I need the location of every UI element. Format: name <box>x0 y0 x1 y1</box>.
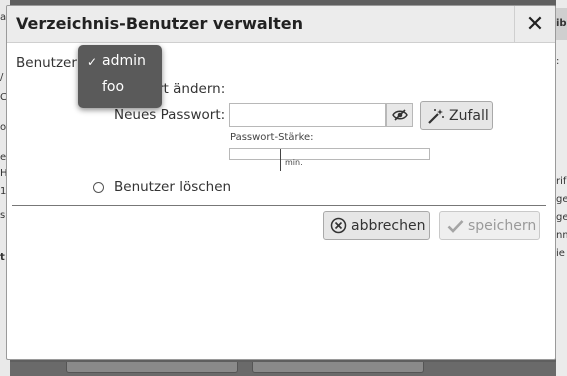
toggle-password-visibility-button[interactable] <box>386 103 413 127</box>
close-button[interactable]: ✕ <box>514 6 555 42</box>
random-button-label: Zufall <box>449 107 489 124</box>
change-password-label: rt ändern: <box>158 81 226 97</box>
background-text: ge <box>556 212 567 223</box>
close-icon: ✕ <box>525 11 545 37</box>
background-text: s <box>0 210 6 221</box>
background-text: : <box>556 56 560 67</box>
background-text: ibr <box>556 18 567 29</box>
dialog-divider <box>12 205 546 206</box>
user-select-dropdown[interactable]: ✓ admin foo <box>78 45 162 108</box>
background-page-right: ibr : rif ge ge nm ie <box>556 0 567 376</box>
user-label: Benutzer <box>16 55 77 71</box>
checkmark-icon <box>447 219 464 233</box>
new-password-input[interactable] <box>229 103 386 127</box>
random-password-button[interactable]: Zufall <box>420 101 493 130</box>
cancel-button[interactable]: abbrechen <box>323 211 430 240</box>
background-text: ge <box>556 194 567 205</box>
dropdown-option-label: admin <box>102 53 146 69</box>
background-text: ie <box>556 248 565 259</box>
dialog-title: Verzeichnis-Benutzer verwalten <box>16 14 304 33</box>
checkmark-icon: ✓ <box>87 55 98 69</box>
dropdown-option-admin[interactable]: ✓ admin <box>78 51 162 75</box>
dialog-titlebar: Verzeichnis-Benutzer verwalten ✕ <box>7 6 555 43</box>
password-strength-meter: min. <box>229 148 430 171</box>
background-button <box>252 362 424 373</box>
save-button-label: speichern <box>468 217 537 234</box>
background-text: / <box>0 72 4 83</box>
strength-min-marker <box>280 149 281 171</box>
save-button[interactable]: speichern <box>439 211 540 240</box>
strength-min-label: min. <box>285 158 303 167</box>
delete-user-radio[interactable] <box>93 182 104 193</box>
password-strength-label: Passwort-Stärke: <box>230 132 314 143</box>
background-text: t <box>0 252 5 263</box>
cancel-button-label: abbrechen <box>351 217 426 234</box>
background-text: nm <box>556 230 567 241</box>
background-page-bottom <box>10 362 556 376</box>
circle-x-icon <box>330 217 347 234</box>
dropdown-option-label: foo <box>102 79 125 95</box>
delete-user-label: Benutzer löschen <box>114 179 232 195</box>
magic-wand-icon <box>427 108 445 124</box>
background-text: rif <box>556 176 567 187</box>
dropdown-option-foo[interactable]: foo <box>78 77 162 101</box>
new-password-label: Neues Passwort: <box>114 107 226 123</box>
background-button <box>66 362 238 373</box>
eye-slash-icon <box>391 109 408 121</box>
